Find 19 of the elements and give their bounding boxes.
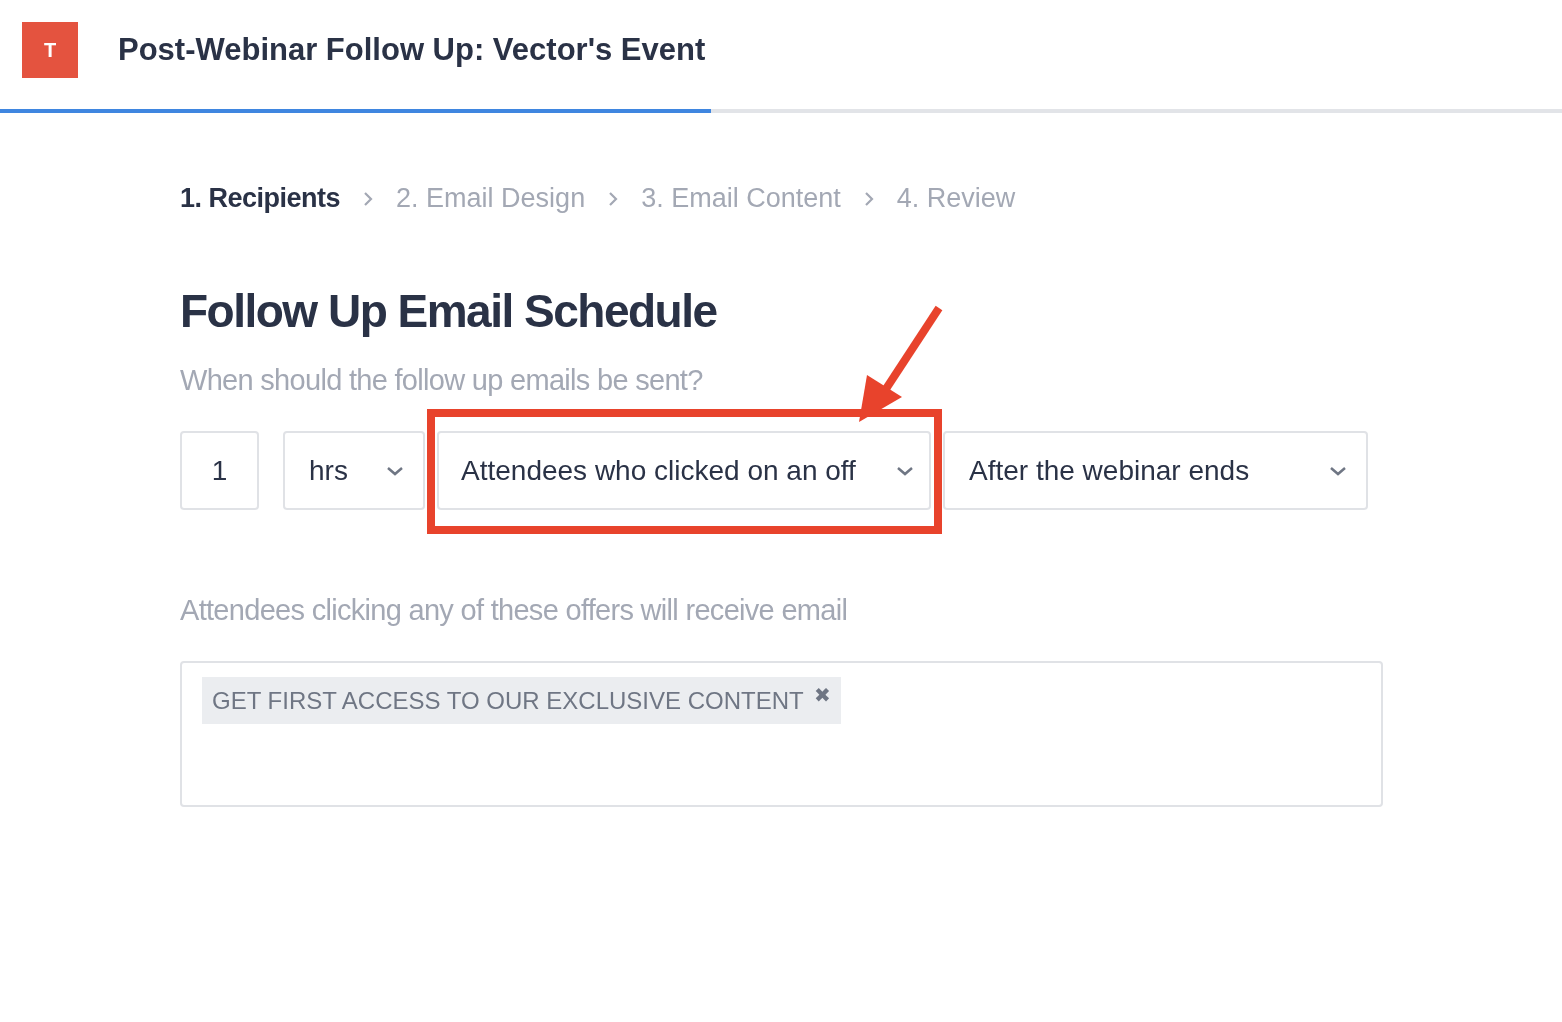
- unit-select[interactable]: hrs: [283, 431, 425, 510]
- chevron-down-icon: [385, 464, 405, 477]
- chevron-right-icon: [607, 189, 620, 208]
- wizard-step[interactable]: 1. Recipients: [180, 183, 341, 214]
- section-heading: Follow Up Email Schedule: [180, 284, 718, 338]
- offers-field[interactable]: GET FIRST ACCESS TO OUR EXCLUSIVE CONTENT ✖: [180, 661, 1383, 807]
- amount-field[interactable]: 1: [180, 431, 259, 510]
- section-question: When should the follow up emails be sent?: [180, 364, 704, 397]
- remove-button[interactable]: ✖: [813, 683, 831, 707]
- chevron-right-icon: [862, 189, 875, 208]
- audience-select[interactable]: Attendees who clicked on an off: [437, 431, 931, 510]
- offers-label: Attendees clicking any of these offers will receive email: [180, 594, 849, 627]
- page-title: Post-Webinar Follow Up: Vector's Event: [118, 32, 706, 68]
- chevron-down-icon: [1328, 464, 1348, 477]
- chevron-down-icon: [895, 464, 915, 477]
- timing-select[interactable]: After the webinar ends: [943, 431, 1368, 510]
- app-logo: T: [22, 22, 78, 78]
- chevron-right-icon: [362, 189, 375, 208]
- offer-tag-label: GET FIRST ACCESS TO OUR EXCLUSIVE CONTENT: [212, 686, 804, 715]
